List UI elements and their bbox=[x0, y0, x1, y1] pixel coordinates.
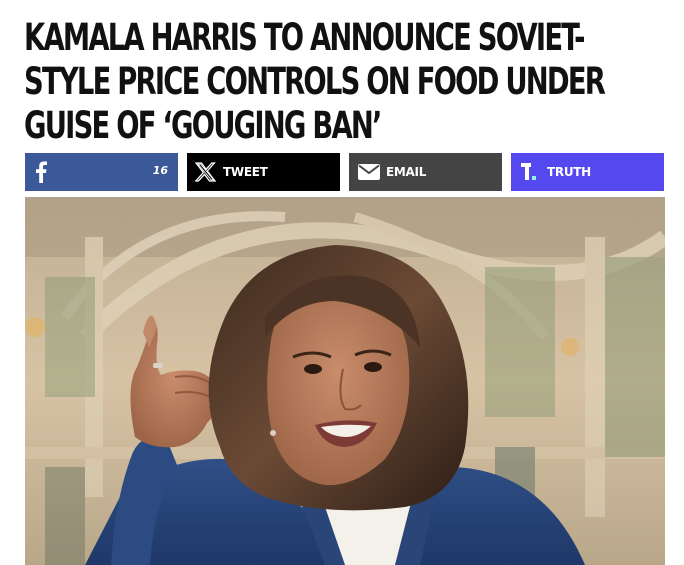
headline-line-3: GUISE OF ‘GOUGING BAN’ bbox=[24, 104, 382, 147]
email-label: EMAIL bbox=[386, 165, 427, 179]
truth-social-icon bbox=[521, 162, 541, 182]
facebook-share-button[interactable]: 16 bbox=[25, 153, 178, 191]
headline-line-1: KAMALA HARRIS TO ANNOUNCE SOVIET- bbox=[24, 16, 586, 59]
facebook-icon bbox=[35, 161, 47, 183]
tweet-share-button[interactable]: TWEET bbox=[187, 153, 340, 191]
tweet-label: TWEET bbox=[223, 165, 268, 179]
facebook-share-count: 16 bbox=[152, 164, 168, 177]
article-hero-image bbox=[25, 197, 665, 565]
envelope-icon bbox=[358, 164, 380, 180]
article-headline: KAMALA HARRIS TO ANNOUNCE SOVIET- STYLE … bbox=[24, 16, 664, 148]
email-share-button[interactable]: EMAIL bbox=[349, 153, 502, 191]
share-bar: 16 TWEET EMAIL TRUTH bbox=[25, 153, 665, 191]
truth-share-button[interactable]: TRUTH bbox=[511, 153, 664, 191]
truth-label: TRUTH bbox=[547, 165, 591, 179]
x-icon bbox=[195, 162, 217, 182]
headline-line-2: STYLE PRICE CONTROLS ON FOOD UNDER bbox=[24, 60, 606, 103]
